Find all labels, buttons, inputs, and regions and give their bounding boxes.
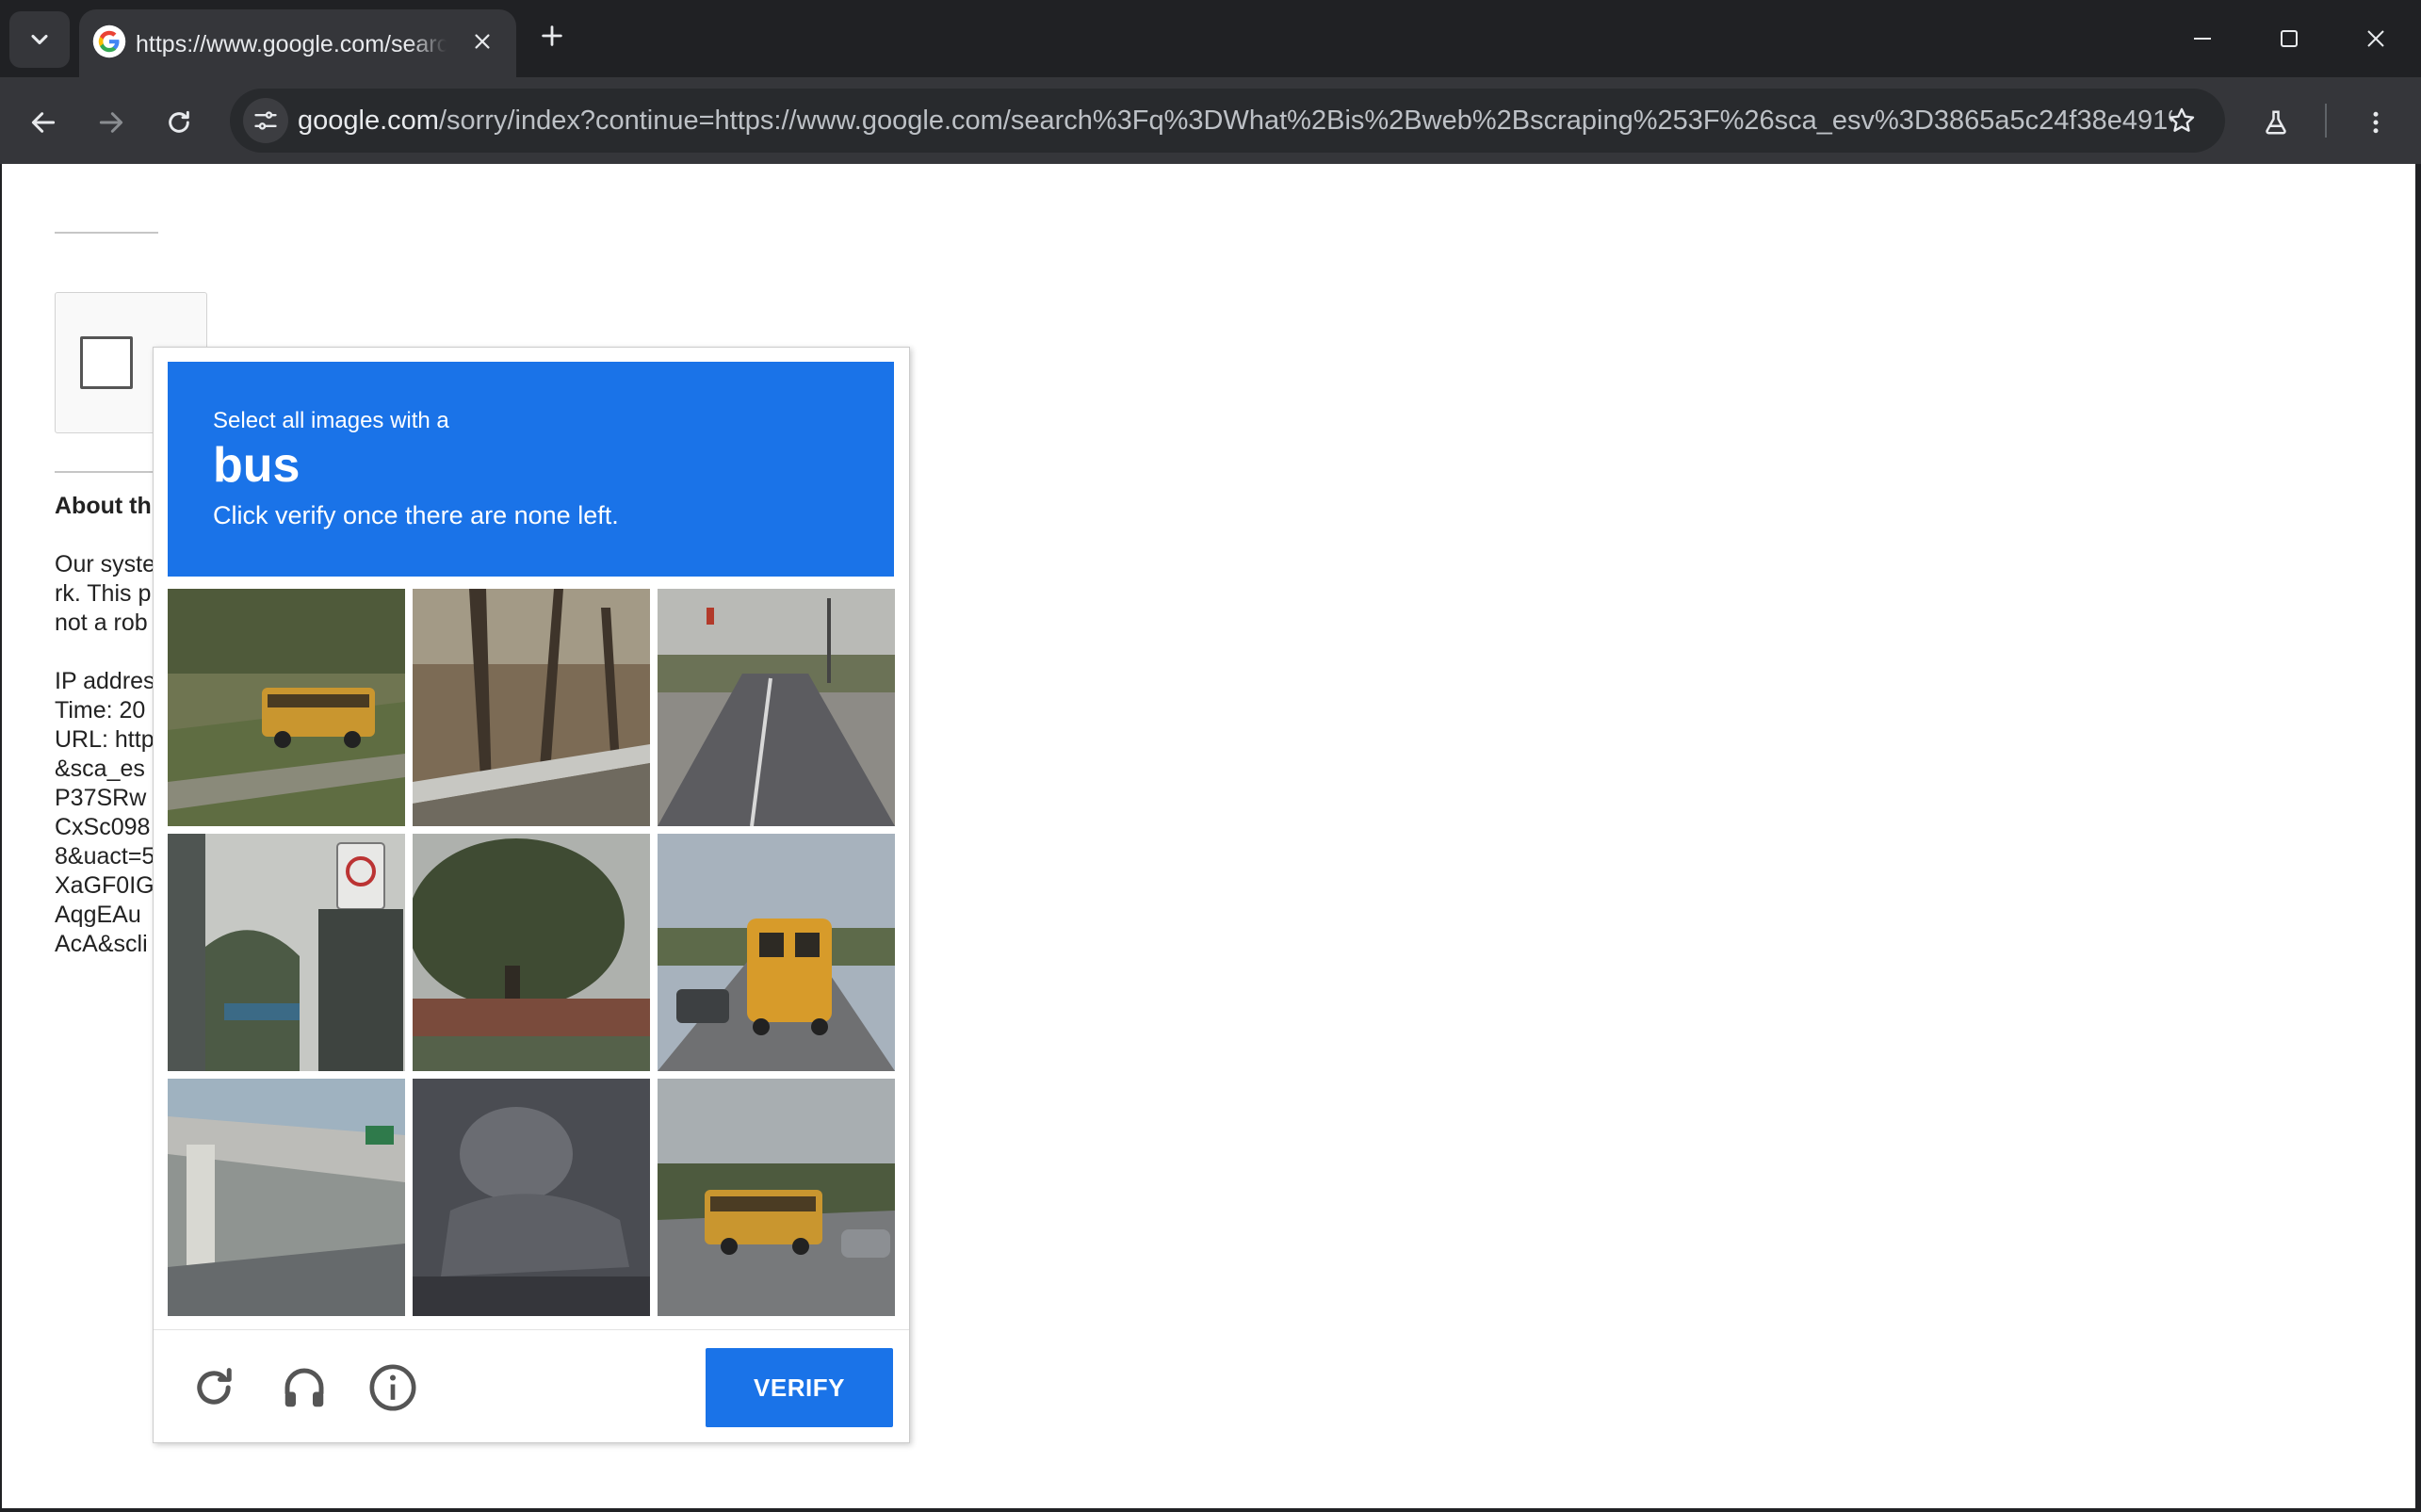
tab-search-button[interactable] [9, 11, 70, 68]
reload-button[interactable] [156, 100, 202, 145]
image-tile[interactable] [168, 589, 405, 826]
info-line: XaGF0IG [55, 872, 154, 899]
browser-toolbar: google.com/sorry/index?continue=https://… [0, 77, 2421, 164]
bookmark-button[interactable] [2163, 102, 2201, 139]
reload-icon [197, 1368, 232, 1405]
image-tile[interactable] [413, 834, 650, 1071]
footer-divider [154, 1329, 909, 1330]
star-icon [2169, 107, 2195, 132]
plus-icon [542, 25, 562, 46]
reload-challenge-button[interactable] [186, 1359, 242, 1416]
url-host: google.com [298, 106, 439, 136]
google-g-icon [92, 24, 126, 58]
image-grid [168, 589, 895, 1317]
back-button[interactable] [21, 100, 66, 145]
forward-button[interactable] [89, 100, 134, 145]
info-line: AcA&scli [55, 931, 148, 957]
tab-close-button[interactable] [465, 24, 499, 58]
flask-icon [2266, 110, 2286, 135]
image-tile[interactable] [658, 1079, 895, 1316]
address-bar[interactable]: google.com/sorry/index?continue=https://… [230, 89, 2225, 153]
image-tile[interactable] [658, 589, 895, 826]
body-line: not a rob [55, 610, 148, 636]
chevron-down-icon [31, 34, 48, 45]
close-icon [2367, 30, 2384, 47]
image-tile[interactable] [413, 589, 650, 826]
info-line: CxSc098 [55, 814, 151, 840]
image-tile[interactable] [168, 1079, 405, 1316]
audio-challenge-button[interactable] [276, 1359, 333, 1416]
challenge-header: Select all images with a bus Click verif… [168, 362, 894, 577]
recaptcha-checkbox[interactable] [80, 336, 133, 389]
divider-bottom [55, 471, 158, 473]
about-heading: About th [55, 493, 152, 519]
info-line: 8&uact=5 [55, 843, 155, 870]
maximize-icon [2281, 30, 2298, 47]
more-vert-icon [2373, 111, 2379, 134]
info-icon [369, 1364, 416, 1411]
info-line: &sca_es [55, 756, 145, 782]
tune-icon [254, 111, 277, 130]
toolbar-divider [2325, 104, 2327, 138]
target-word: bus [213, 438, 301, 493]
window-close-button[interactable] [2348, 13, 2404, 64]
maximize-button[interactable] [2261, 13, 2317, 64]
instruction-subtext: Click verify once there are none left. [213, 501, 619, 529]
info-line: P37SRw [55, 785, 147, 811]
site-info-button[interactable] [243, 98, 288, 143]
minimize-button[interactable] [2174, 13, 2231, 64]
tab-strip: https://www.google.com/search?q=What+is+… [0, 0, 2421, 77]
tab-title: https://www.google.com/search?q=What+is+… [136, 31, 447, 57]
reload-icon [169, 110, 189, 133]
menu-button[interactable] [2353, 100, 2398, 145]
info-line: IP addres [55, 668, 155, 694]
help-button[interactable] [365, 1359, 421, 1416]
active-tab[interactable]: https://www.google.com/search?q=What+is+… [79, 9, 516, 77]
labs-button[interactable] [2253, 100, 2299, 145]
page-content: About th Our syste rk. This p not a rob … [2, 164, 2415, 1508]
image-tile[interactable] [168, 834, 405, 1071]
info-line: URL: http [55, 726, 154, 753]
body-line: rk. This p [55, 580, 152, 607]
body-line: Our syste [55, 551, 155, 577]
recaptcha-challenge: Select all images with a bus Click verif… [153, 347, 910, 1443]
new-tab-button[interactable] [533, 17, 571, 55]
info-line: Time: 20 [55, 697, 146, 723]
info-line: AqgEAu [55, 902, 141, 928]
url-text[interactable]: google.com/sorry/index?continue=https://… [298, 104, 2172, 138]
divider-top [55, 232, 158, 234]
close-icon [475, 34, 490, 49]
arrow-right-icon [99, 112, 123, 133]
image-tile[interactable] [413, 1079, 650, 1316]
image-tile[interactable] [658, 834, 895, 1071]
audio-headphones-icon [284, 1368, 324, 1407]
verify-button[interactable]: VERIFY [706, 1348, 893, 1427]
minimize-icon [2194, 38, 2211, 40]
arrow-left-icon [31, 112, 56, 133]
instruction-text: Select all images with a [213, 408, 449, 433]
url-path: /sorry/index?continue=https://www.google… [438, 106, 2172, 136]
